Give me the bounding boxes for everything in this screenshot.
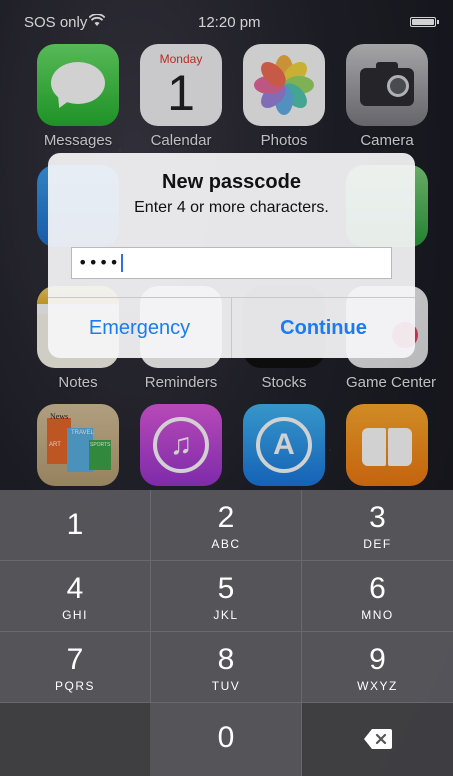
key-6[interactable]: 6 MNO [302,561,453,632]
new-passcode-alert: New passcode Enter 4 or more characters.… [48,153,415,358]
key-letters: PQRS [54,679,95,693]
key-blank [0,703,151,776]
key-3[interactable]: 3 DEF [302,490,453,561]
key-8[interactable]: 8 TUV [151,632,302,703]
key-5[interactable]: 5 JKL [151,561,302,632]
key-letters: DEF [363,537,392,551]
key-digit: 1 [66,508,84,541]
key-1[interactable]: 1 [0,490,151,561]
ios-screen: SOS only 12:20 pm Messages Monday 1 Cale… [0,0,453,776]
key-2[interactable]: 2 ABC [151,490,302,561]
key-9[interactable]: 9 WXYZ [302,632,453,703]
key-letters: TUV [211,679,241,693]
key-letters: GHI [62,608,88,622]
key-digit: 6 [369,572,386,605]
alert-title: New passcode [162,171,301,193]
numeric-keypad: 1 2 ABC 3 DEF 4 GHI 5 JKL 6 MNO 7 PQRS 8… [0,490,453,776]
key-digit: 8 [217,643,235,676]
alert-message: Enter 4 or more characters. [134,199,329,216]
key-digit: 0 [217,721,235,754]
key-digit: 9 [369,643,386,676]
key-4[interactable]: 4 GHI [0,561,151,632]
text-caret [121,254,123,272]
key-letters: JKL [213,608,239,622]
emergency-button[interactable]: Emergency [48,298,231,358]
key-letters: MNO [361,608,394,622]
key-7[interactable]: 7 PQRS [0,632,151,703]
passcode-input[interactable]: •••• [71,247,392,279]
key-0[interactable]: 0 [151,703,302,776]
delete-key[interactable] [302,703,453,776]
key-digit: 3 [369,501,386,534]
key-digit: 2 [217,501,235,534]
key-letters: WXYZ [357,679,398,693]
key-digit: 5 [217,572,235,605]
key-digit: 7 [66,643,84,676]
delete-backspace-icon [364,729,392,749]
continue-button[interactable]: Continue [232,298,415,358]
key-digit: 4 [66,572,84,605]
key-letters: ABC [211,537,241,551]
